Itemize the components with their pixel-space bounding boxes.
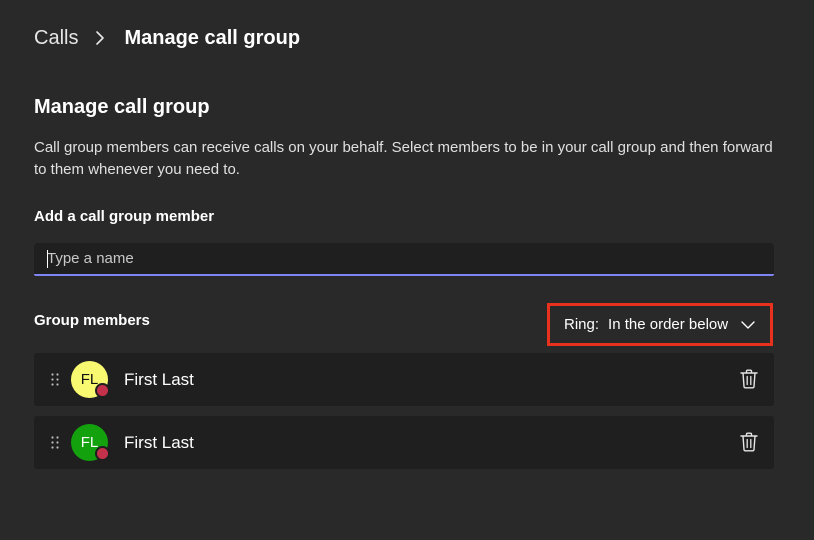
member-name: First Last — [124, 370, 194, 389]
group-members-label: Group members — [34, 312, 150, 329]
add-member-label: Add a call group member — [34, 208, 215, 225]
member-row[interactable]: FL First Last — [34, 416, 774, 469]
ring-selected-value: In the order below — [608, 316, 729, 333]
trash-icon[interactable] — [740, 369, 758, 389]
avatar: FL — [71, 361, 110, 398]
add-member-field — [34, 243, 774, 276]
ring-label: Ring: — [564, 316, 600, 333]
member-row[interactable]: FL First Last — [34, 353, 774, 406]
trash-icon[interactable] — [740, 432, 758, 452]
drag-handle-icon[interactable] — [51, 436, 59, 449]
presence-busy-icon — [95, 383, 110, 398]
breadcrumb-calls-link[interactable]: Calls — [34, 27, 78, 50]
breadcrumb-current: Manage call group — [124, 26, 301, 49]
member-name: First Last — [124, 433, 194, 452]
presence-busy-icon — [95, 446, 110, 461]
chevron-down-icon — [740, 317, 756, 333]
page-title: Manage call group — [34, 96, 210, 118]
text-caret — [47, 250, 48, 268]
name-search-input[interactable] — [34, 243, 774, 274]
avatar: FL — [71, 424, 110, 461]
drag-handle-icon[interactable] — [51, 373, 59, 386]
breadcrumb: Calls Manage call group — [34, 24, 300, 52]
section-description: Call group members can receive calls on … — [34, 139, 773, 178]
chevron-right-icon — [90, 28, 110, 48]
ring-order-dropdown[interactable]: Ring: In the order below — [547, 303, 773, 346]
